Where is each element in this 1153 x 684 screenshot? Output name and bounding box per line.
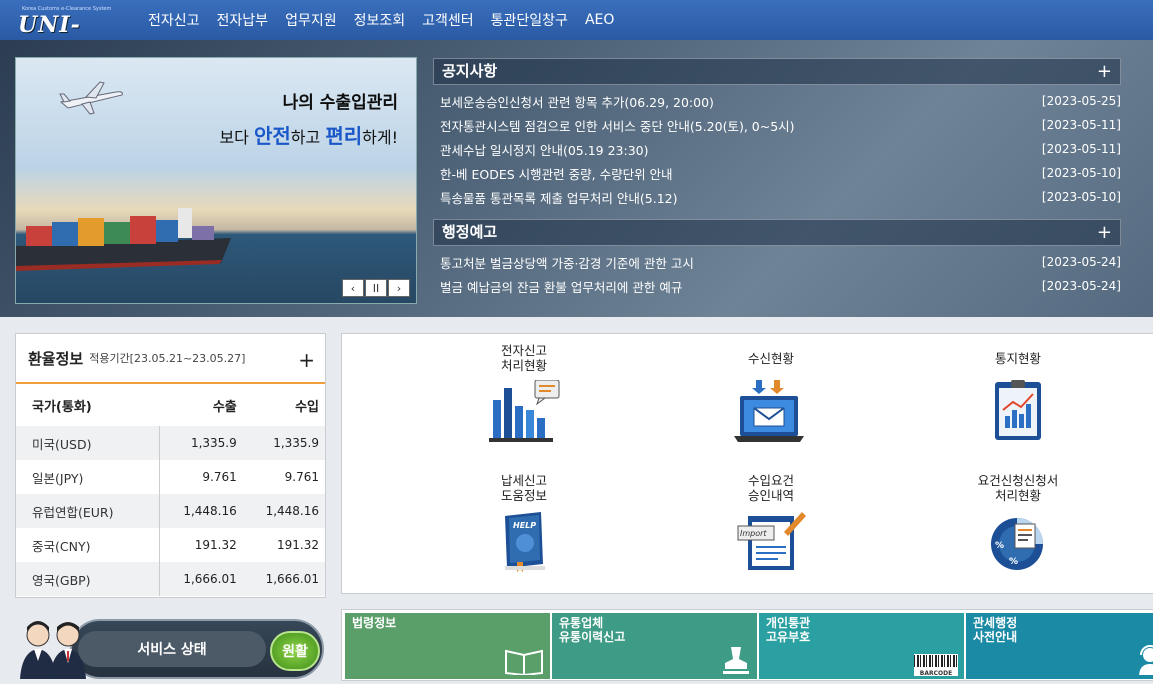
table-header-row: 국가(통화) 수출 수입 [32,399,319,415]
container-ship-icon [16,208,231,271]
banner-prev-button[interactable]: ‹ [342,279,364,297]
table-row: 영국(GBP) 1,666.01 1,666.01 [16,562,325,596]
admin-notice-list: 통고처분 벌금상당액 가중·감경 기준에 관한 고시 [2023-05-24] 벌… [440,250,1121,298]
tile-legal-info[interactable]: 법령정보 [345,613,550,679]
table-row: 미국(USD) 1,335.9 1,335.9 [16,426,325,460]
barcode-icon: BARCODE [914,654,958,677]
exchange-rate-period: 적용기간[23.05.21~23.05.27] [89,352,246,365]
bar-chart-icon [489,380,560,442]
service-status-label: 서비스 상태 [78,631,266,667]
svg-text:%: % [995,541,1004,551]
list-item[interactable]: 한-베 EODES 시행관련 중량, 수량단위 안내 [2023-05-10] [440,161,1121,185]
table-row: 일본(JPY) 9.761 9.761 [16,460,325,494]
service-receipt-status[interactable]: 수신현황 [691,342,851,444]
notices-header: 공지사항 + [433,58,1121,85]
top-navigation-bar: Korea Customs e-Clearance System UNI-PAS… [0,0,1153,64]
consultant-headset-icon [1139,645,1153,675]
list-item[interactable]: 전자통관시스템 점검으로 인한 서비스 중단 안내(5.20(토), 0~5시)… [440,113,1121,137]
table-row: 유럽연합(EUR) 1,448.16 1,448.16 [16,494,325,528]
service-import-requirement-approval[interactable]: 수입요건 승인내역 Import [691,472,851,574]
banner-pause-button[interactable]: II [365,279,387,297]
help-book-icon: HELP [505,512,545,572]
banner-headline: 나의 수출입관리 [282,93,398,113]
svg-text:HELP: HELP [513,521,536,530]
banner-next-button[interactable]: › [388,279,410,297]
list-item[interactable]: 특송물품 통관목록 제출 업무처리 안내(5.12) [2023-05-10] [440,185,1121,209]
tile-customs-admin-guide[interactable]: 관세행정 사전안내 [966,613,1153,679]
menu-customer-center[interactable]: 고객센터 [422,10,474,30]
import-document-icon: Import [737,512,806,570]
list-item[interactable]: 보세운송승인신청서 관련 항목 추가(06.29, 20:00) [2023-05… [440,89,1121,113]
exchange-rate-more-button[interactable]: + [298,348,315,372]
admin-notice-more-button[interactable]: + [1097,220,1112,245]
admin-notice-title: 행정예고 [442,223,498,241]
banner-controls: ‹ II › [342,279,410,297]
list-item[interactable]: 벌금 예납금의 잔금 환불 업무처리에 관한 예규 [2023-05-24] [440,274,1121,298]
exchange-rate-table: 국가(통화) 수출 수입 미국(USD) 1,335.9 1,335.9 일본(JP… [16,384,325,596]
clipboard-chart-icon [995,380,1041,440]
menu-work-support[interactable]: 업무지원 [285,10,337,30]
exchange-rate-title: 환율정보 [28,349,84,368]
exchange-rate-header: 환율정보 적용기간[23.05.21~23.05.27] + [16,334,325,384]
promo-banner[interactable]: 나의 수출입관리 보다 안전하고 편리하게! ‹ II › [15,57,417,304]
service-status: 서비스 상태 원활 [16,615,324,681]
list-item[interactable]: 관세수납 일시정지 안내(05.19 23:30) [2023-05-11] [440,137,1121,161]
tile-personal-customs-code[interactable]: 개인통관 고유부호 BARCODE [759,613,964,679]
percent-pie-icon: % % [991,518,1043,570]
banner-tagline: 보다 안전하고 편리하게! [219,124,398,148]
menu-info-inquiry[interactable]: 정보조회 [354,10,406,30]
notices-title: 공지사항 [442,62,498,80]
uni-pass-logo[interactable]: Korea Customs e-Clearance System UNI-PAS… [14,4,118,64]
stamp-icon [723,647,749,674]
admin-notice-header: 행정예고 + [433,219,1121,246]
notices-more-button[interactable]: + [1097,59,1112,84]
table-row: 중국(CNY) 191.32 191.32 [16,528,325,562]
menu-e-payment[interactable]: 전자납부 [217,10,269,30]
service-tax-declaration-help[interactable]: 납세신고 도움정보 HELP [444,472,604,574]
exchange-rate-panel: 환율정보 적용기간[23.05.21~23.05.27] + 국가(통화) 수출… [15,333,326,598]
notices-list: 보세운송승인신청서 관련 항목 추가(06.29, 20:00) [2023-05… [440,89,1121,209]
open-book-icon [505,649,543,675]
tile-distribution-history-report[interactable]: 유통업체 유통이력신고 [552,613,757,679]
mail-monitor-icon [734,380,804,442]
menu-aeo[interactable]: AEO [585,12,614,28]
service-grid: 전자신고 처리현황 수신현황 통지현황 납세신고 도움정보 HELP 수입요건 … [341,333,1153,594]
quick-links-bar: 법령정보 유통업체 유통이력신고 개인통관 고유부호 BARCODE 관세행정 사전안… [341,609,1153,681]
list-item[interactable]: 통고처분 벌금상당액 가중·감경 기준에 관한 고시 [2023-05-24] [440,250,1121,274]
service-requirement-application-status[interactable]: 요건신청신청서 처리현황 % % [938,472,1098,574]
menu-single-window[interactable]: 통관단일창구 [491,10,568,30]
menu-e-declaration[interactable]: 전자신고 [148,10,200,30]
main-menu: 전자신고 전자납부 업무지원 정보조회 고객센터 통관단일창구 AEO [148,0,631,40]
svg-text:Import: Import [740,529,767,538]
airplane-icon [59,81,123,115]
service-status-badge[interactable]: 원활 [270,631,320,671]
service-notification-status[interactable]: 통지현황 [938,342,1098,444]
service-e-declaration-status[interactable]: 전자신고 처리현황 [444,342,604,444]
svg-text:%: % [1009,557,1018,567]
